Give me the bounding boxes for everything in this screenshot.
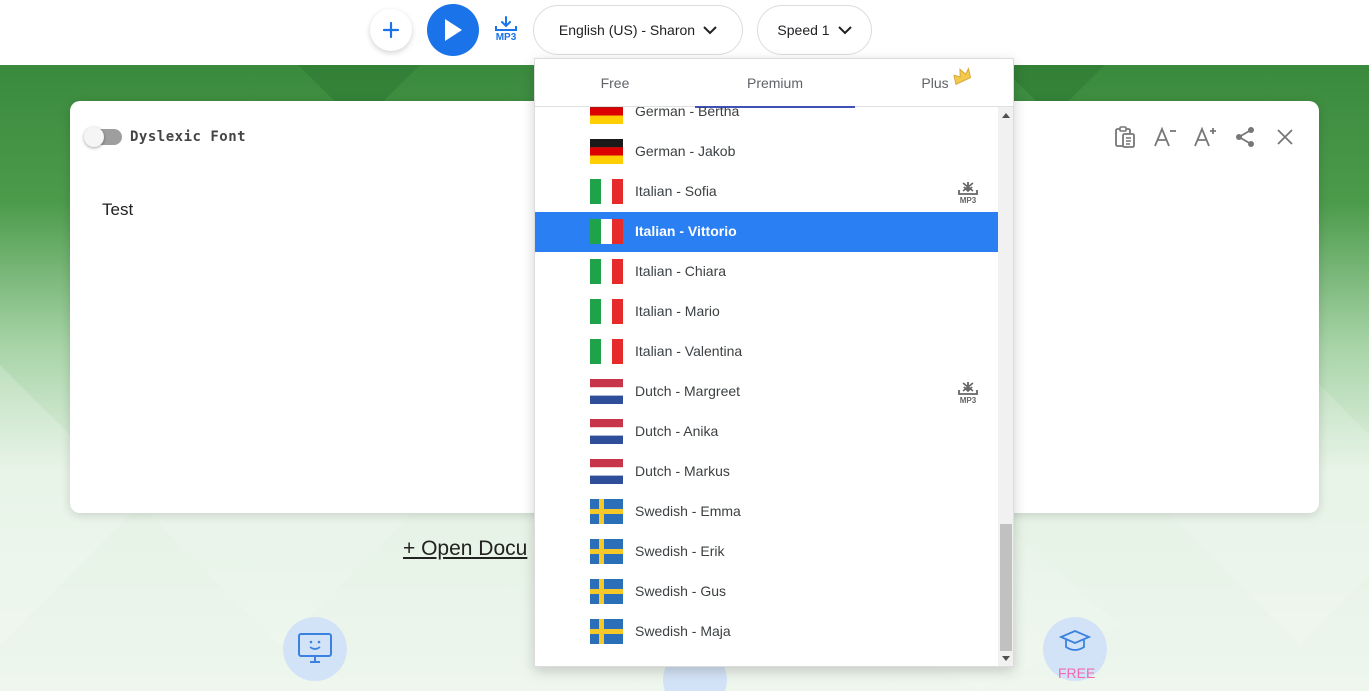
voice-option-label: Dutch - Margreet	[635, 383, 741, 399]
voice-option[interactable]: Swedish - Erik	[535, 532, 998, 572]
free-label: FREE	[1058, 665, 1096, 681]
voice-option[interactable]: Dutch - Markus	[535, 452, 998, 492]
flag-it-icon	[590, 179, 623, 204]
monitor-icon	[298, 633, 332, 663]
mp3-download-icon[interactable]: MP3	[957, 181, 979, 208]
voice-option[interactable]: German - Bertha	[535, 107, 998, 132]
plus-icon	[382, 21, 400, 39]
flag-de-icon	[590, 139, 623, 164]
flag-se-icon	[590, 619, 623, 644]
flag-nl-icon	[590, 459, 623, 484]
voice-option-label: German - Jakob	[635, 143, 736, 159]
play-button[interactable]	[427, 4, 479, 56]
voice-dropdown: Free Premium Plus German - Bertha German …	[534, 58, 1014, 667]
voice-option[interactable]: Italian - Vittorio	[535, 212, 998, 252]
voice-option[interactable]: Dutch - Margreet MP3	[535, 372, 998, 412]
open-document-link[interactable]: + Open Docu	[403, 537, 527, 561]
flag-nl-icon	[590, 379, 623, 404]
voice-option-label: Dutch - Markus	[635, 463, 730, 479]
scroll-thumb[interactable]	[1000, 524, 1012, 651]
voice-option[interactable]: Swedish - Emma	[535, 492, 998, 532]
decrease-font-icon[interactable]	[1153, 125, 1177, 149]
scroll-down-arrow[interactable]	[1002, 656, 1010, 661]
voice-option[interactable]: Swedish - Gus	[535, 572, 998, 612]
editor-tools	[1113, 125, 1297, 149]
voice-option[interactable]: Swedish - Maja	[535, 612, 998, 652]
voice-tier-tabs: Free Premium Plus	[535, 59, 1013, 108]
flag-se-icon	[590, 579, 623, 604]
flag-se-icon	[590, 499, 623, 524]
voice-option-label: Italian - Sofia	[635, 183, 717, 199]
flag-it-icon	[590, 339, 623, 364]
voice-list: German - Bertha German - Jakob Italian - S…	[535, 107, 998, 666]
share-icon[interactable]	[1233, 125, 1257, 149]
mp3-download-icon[interactable]: MP3	[957, 381, 979, 408]
voice-option[interactable]: Italian - Valentina	[535, 332, 998, 372]
tab-premium-label: Premium	[746, 75, 803, 91]
voice-list-scrollbar[interactable]	[998, 107, 1013, 666]
feature-desktop-button[interactable]	[283, 617, 347, 681]
speed-select-label: Speed 1	[777, 22, 830, 38]
increase-font-icon[interactable]	[1193, 125, 1217, 149]
voice-select-label: English (US) - Sharon	[558, 22, 696, 38]
top-toolbar: MP3 English (US) - Sharon Speed 1	[0, 0, 1369, 65]
dyslexic-font-label: Dyslexic Font	[130, 129, 247, 145]
flag-it-icon	[590, 299, 623, 324]
chevron-down-icon	[837, 26, 852, 35]
editor-text-area[interactable]: Test	[102, 200, 133, 220]
tab-free-label: Free	[600, 75, 630, 91]
voice-option[interactable]: Dutch - Anika	[535, 412, 998, 452]
flag-nl-icon	[590, 419, 623, 444]
close-icon[interactable]	[1273, 125, 1297, 149]
clipboard-icon[interactable]	[1113, 125, 1137, 149]
voice-option-label: Italian - Valentina	[635, 343, 743, 359]
flag-de-icon	[590, 107, 623, 124]
download-mp3-button[interactable]: MP3	[492, 16, 520, 46]
voice-option-label: Italian - Chiara	[635, 263, 727, 279]
tab-plus[interactable]: Plus	[855, 59, 1013, 107]
voice-option[interactable]: Italian - Sofia MP3	[535, 172, 998, 212]
flag-it-icon	[590, 259, 623, 284]
voice-option[interactable]: Italian - Mario	[535, 292, 998, 332]
voice-option-label: Dutch - Anika	[635, 423, 719, 439]
voice-option-label: Italian - Vittorio	[635, 223, 737, 239]
flag-se-icon	[590, 539, 623, 564]
flag-it-icon	[590, 219, 623, 244]
svg-text:MP3: MP3	[960, 196, 977, 205]
toggle-knob	[84, 127, 104, 147]
download-icon	[495, 16, 517, 31]
voice-option-label: Swedish - Gus	[635, 583, 727, 599]
mp3-label: MP3	[495, 32, 517, 43]
add-button[interactable]	[370, 9, 412, 51]
svg-text:MP3: MP3	[960, 396, 977, 405]
voice-option-label: Italian - Mario	[635, 303, 720, 319]
voice-select[interactable]: English (US) - Sharon	[533, 5, 743, 55]
tab-plus-label: Plus	[921, 75, 949, 91]
voice-option-label: Swedish - Maja	[635, 623, 731, 639]
scroll-up-arrow[interactable]	[1002, 113, 1010, 118]
graduation-cap-icon	[1059, 630, 1091, 651]
tab-premium[interactable]: Premium	[695, 59, 855, 108]
play-icon	[445, 19, 462, 41]
dyslexic-font-toggle[interactable]	[84, 127, 122, 147]
speed-select[interactable]: Speed 1	[757, 5, 872, 55]
voice-option-label: Swedish - Emma	[635, 503, 741, 519]
voice-option-label: Swedish - Erik	[635, 543, 725, 559]
voice-option[interactable]: Italian - Chiara	[535, 252, 998, 292]
voice-option[interactable]: German - Jakob	[535, 132, 998, 172]
tab-free[interactable]: Free	[535, 59, 695, 107]
crown-icon	[953, 67, 972, 85]
chevron-down-icon	[703, 26, 717, 35]
voice-option-label: German - Bertha	[635, 107, 740, 119]
